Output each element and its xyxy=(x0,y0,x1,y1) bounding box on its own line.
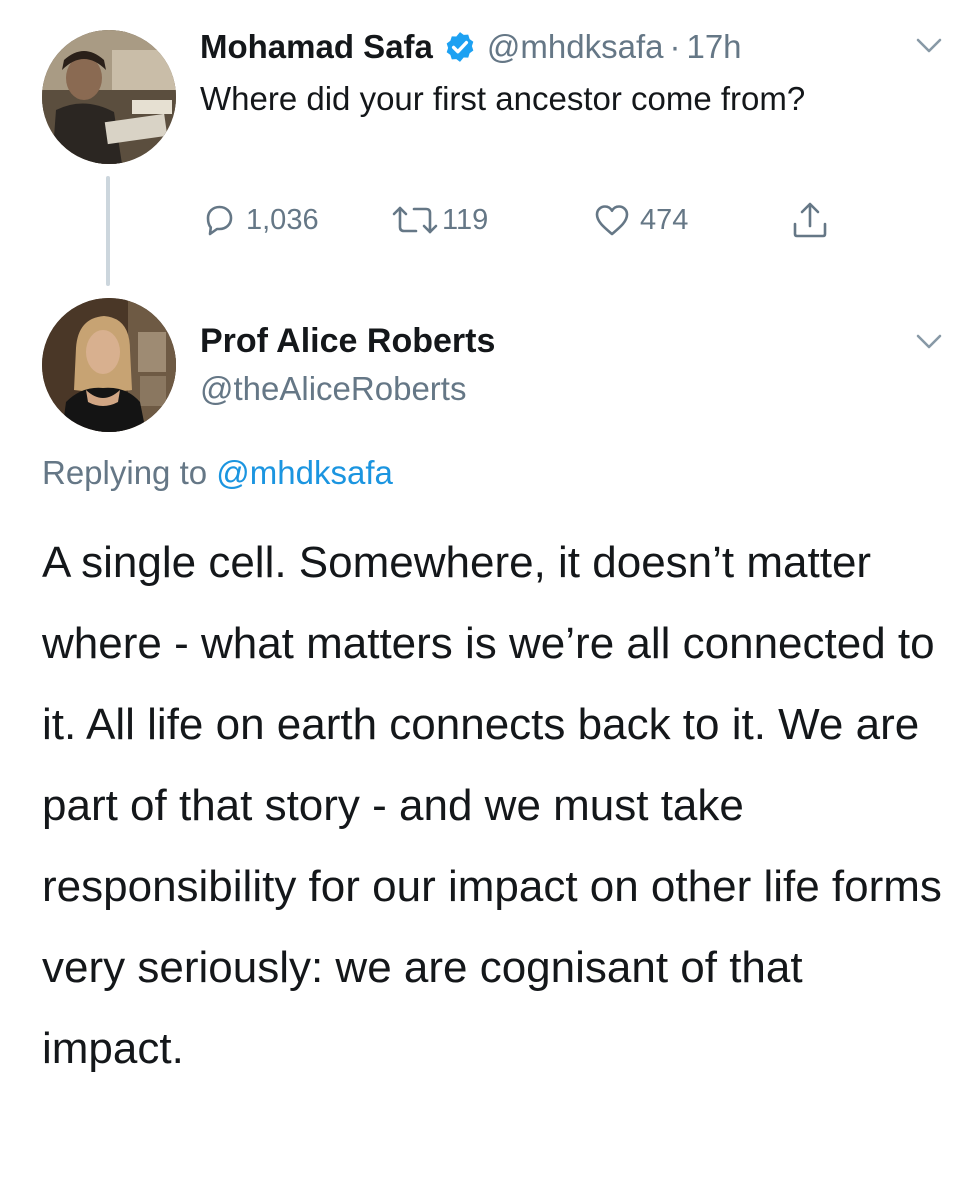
like-count: 474 xyxy=(640,203,689,236)
reply-button[interactable]: 1,036 xyxy=(200,196,319,244)
tweet1-timestamp[interactable]: 17h xyxy=(686,24,741,70)
tweet1-handle[interactable]: @mhdksafa xyxy=(487,24,664,70)
tweet2-display-name[interactable]: Prof Alice Roberts xyxy=(200,318,495,364)
tweet1-display-name[interactable]: Mohamad Safa xyxy=(200,24,433,70)
replying-to-line: Replying to @mhdksafa xyxy=(42,448,393,498)
tweet1-action-bar: 1,036 119 474 xyxy=(200,196,840,244)
retweet-icon xyxy=(390,201,440,239)
replying-to-label: Replying to xyxy=(42,454,208,491)
avatar-photo xyxy=(42,298,176,432)
tweet1-header: Mohamad Safa @mhdksafa · 17h xyxy=(200,24,742,70)
avatar-alice-roberts[interactable] xyxy=(42,298,176,432)
chevron-down-icon[interactable] xyxy=(916,334,942,350)
retweet-button[interactable]: 119 xyxy=(390,196,488,244)
replying-to-mention-link[interactable]: @mhdksafa xyxy=(216,454,393,491)
reply-icon xyxy=(200,201,238,239)
tweet1-separator: · xyxy=(669,28,681,65)
verified-badge-icon xyxy=(443,30,477,64)
avatar-mohamad-safa[interactable] xyxy=(42,30,176,164)
heart-icon xyxy=(592,201,632,239)
thread-connector-line xyxy=(106,176,110,286)
chevron-down-icon[interactable] xyxy=(916,38,942,54)
retweet-count: 119 xyxy=(442,203,489,236)
tweet2-text: A single cell. Somewhere, it doesn’t mat… xyxy=(42,538,942,1073)
like-button[interactable]: 474 xyxy=(592,196,688,244)
tweet2-handle[interactable]: @theAliceRoberts xyxy=(200,366,466,412)
share-button[interactable] xyxy=(790,196,830,244)
reply-count: 1,036 xyxy=(246,203,319,236)
avatar-photo xyxy=(42,30,176,164)
tweet1-text: Where did your first ancestor come from? xyxy=(200,80,806,117)
share-icon xyxy=(790,200,830,240)
